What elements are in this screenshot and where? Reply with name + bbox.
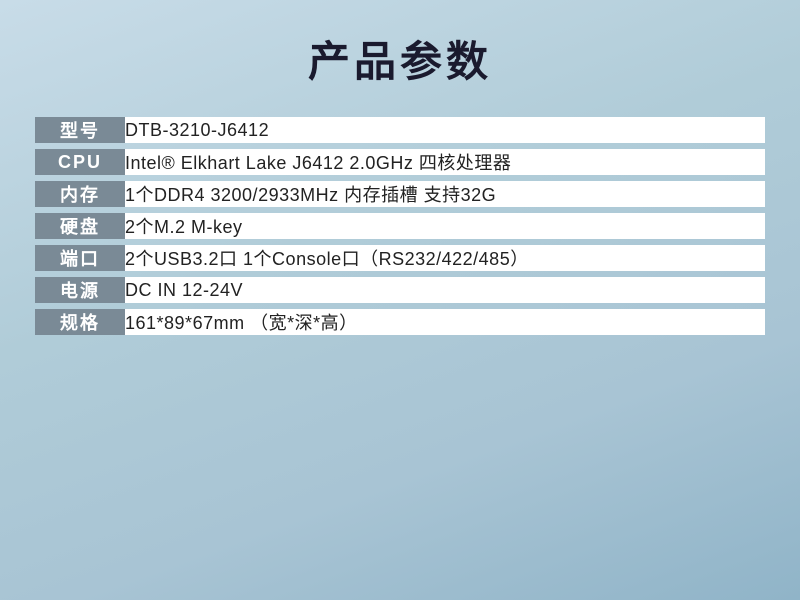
table-row: CPUIntel® Elkhart Lake J6412 2.0GHz 四核处理… — [35, 149, 765, 175]
spec-value: 2个USB3.2口 1个Console口（RS232/422/485） — [125, 245, 765, 271]
table-row: 规格161*89*67mm （宽*深*高） — [35, 309, 765, 335]
spec-value: Intel® Elkhart Lake J6412 2.0GHz 四核处理器 — [125, 149, 765, 175]
spec-value: 2个M.2 M-key — [125, 213, 765, 239]
spec-label: 电源 — [35, 277, 125, 303]
table-row: 型号DTB-3210-J6412 — [35, 117, 765, 143]
spec-value: DTB-3210-J6412 — [125, 117, 765, 143]
spec-value: 161*89*67mm （宽*深*高） — [125, 309, 765, 335]
spec-label: 型号 — [35, 117, 125, 143]
table-row: 内存1个DDR4 3200/2933MHz 内存插槽 支持32G — [35, 181, 765, 207]
spec-label: 内存 — [35, 181, 125, 207]
spec-label: CPU — [35, 149, 125, 175]
table-row: 硬盘2个M.2 M-key — [35, 213, 765, 239]
spec-value: 1个DDR4 3200/2933MHz 内存插槽 支持32G — [125, 181, 765, 207]
spec-label: 端口 — [35, 245, 125, 271]
spec-table: 型号DTB-3210-J6412CPUIntel® Elkhart Lake J… — [35, 111, 765, 341]
table-row: 端口2个USB3.2口 1个Console口（RS232/422/485） — [35, 245, 765, 271]
spec-label: 硬盘 — [35, 213, 125, 239]
spec-value: DC IN 12-24V — [125, 277, 765, 303]
spec-label: 规格 — [35, 309, 125, 335]
table-row: 电源DC IN 12-24V — [35, 277, 765, 303]
page-title: 产品参数 — [308, 28, 492, 89]
